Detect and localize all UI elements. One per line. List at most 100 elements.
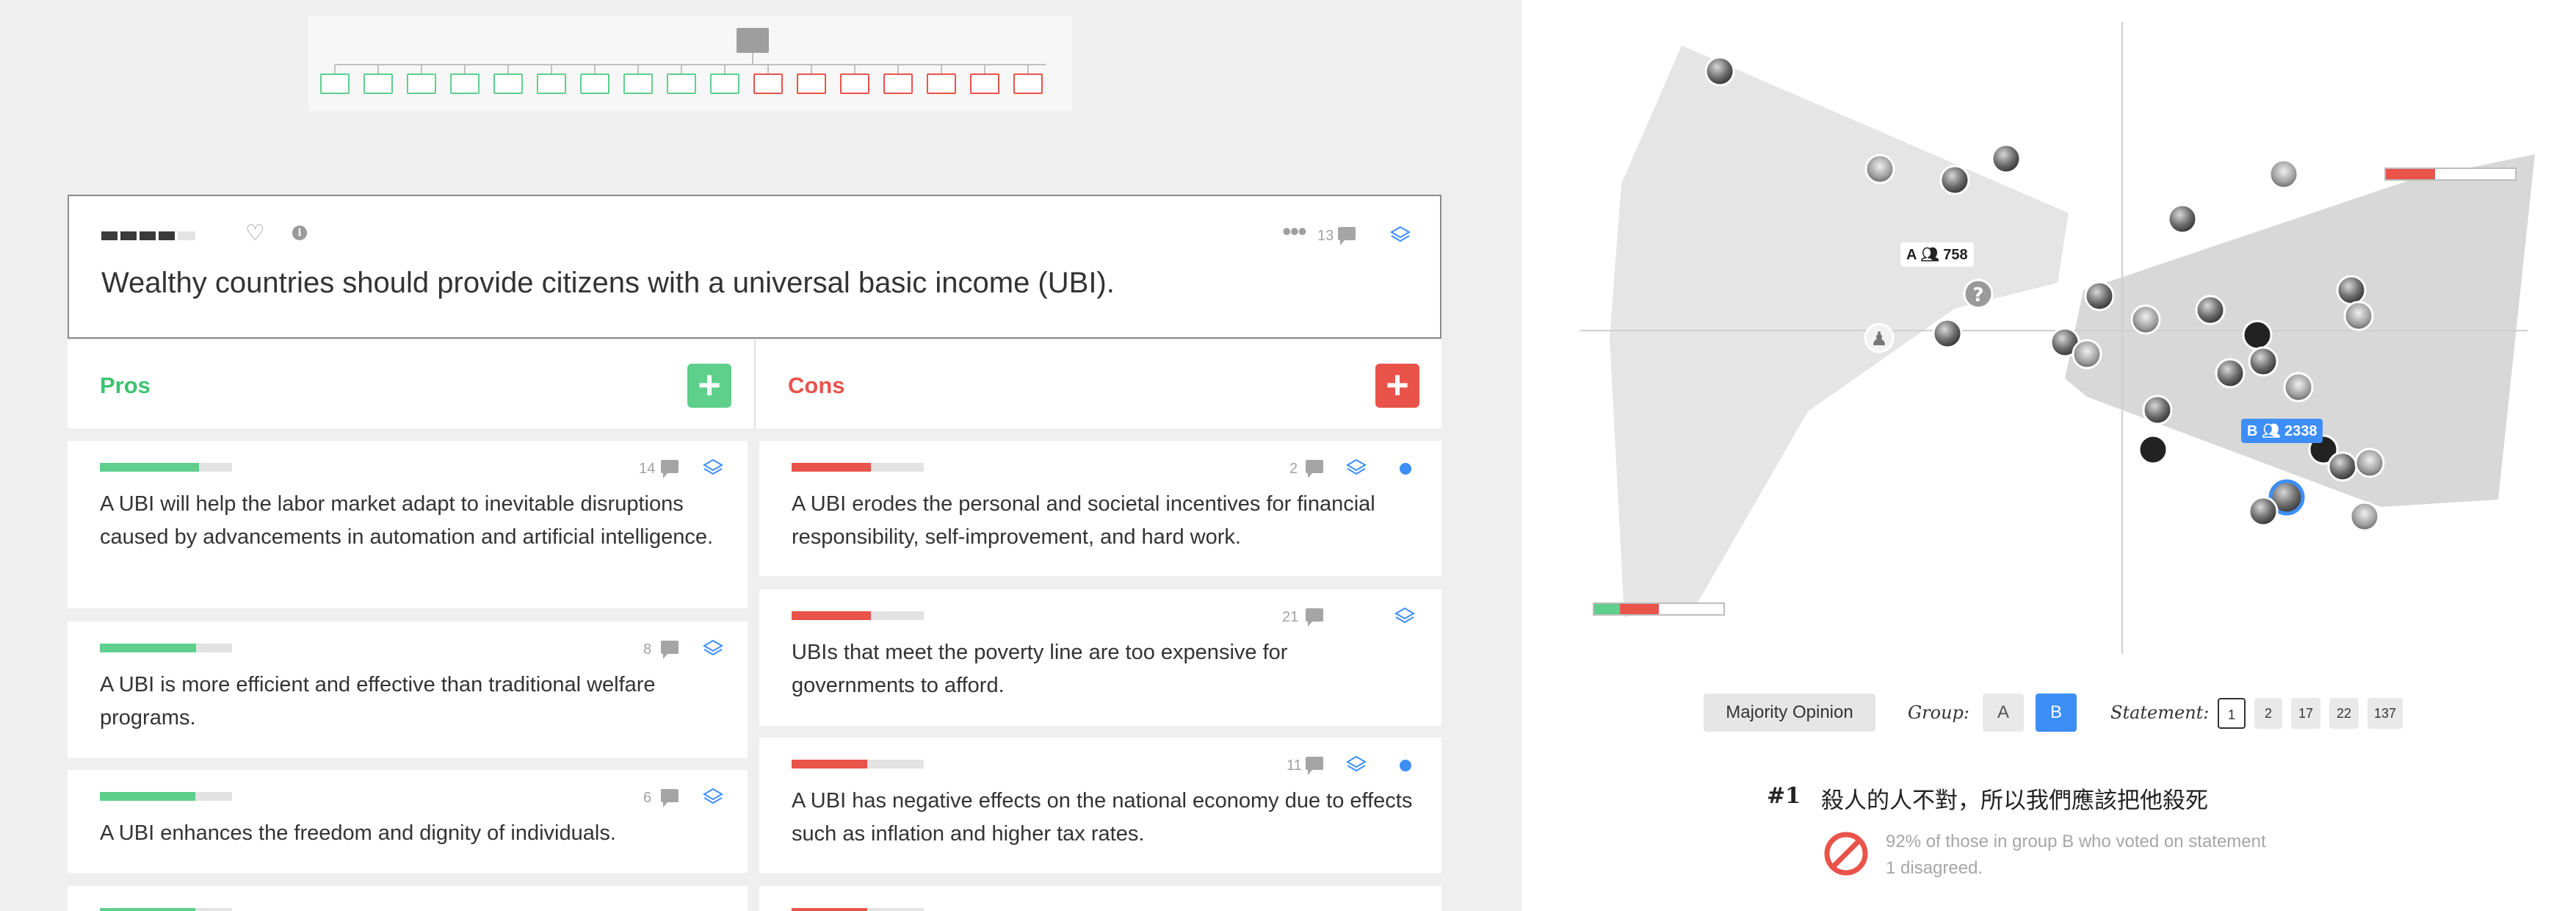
comment-icon[interactable] [1306, 460, 1323, 478]
con-tree-node[interactable] [970, 73, 999, 94]
pro-tree-node[interactable] [667, 73, 696, 94]
participant-avatar [2167, 204, 2198, 234]
participant-avatar [2130, 304, 2161, 335]
pro-claim-card[interactable]: 8 A UBI is more efficient and effective … [68, 622, 748, 758]
layers-icon[interactable] [702, 786, 724, 808]
group-b-button[interactable]: B [2036, 694, 2077, 732]
majority-opinion-button[interactable]: Majority Opinion [1704, 694, 1875, 732]
person-icon: ♟ [1870, 328, 1887, 350]
group-b-count: 2338 [2284, 423, 2318, 439]
con-claim-card[interactable]: 2 A UBI erodes the personal and societal… [759, 441, 1441, 576]
group-a-count: 758 [1943, 247, 1968, 263]
participant-avatar [2268, 159, 2299, 190]
pro-claim-card[interactable]: 14 A UBI will help the labor market adap… [68, 441, 748, 608]
participant-avatar [2354, 447, 2385, 478]
statement-button-2[interactable]: 2 [2254, 698, 2282, 729]
con-tree-node[interactable] [840, 73, 869, 94]
more-icon[interactable]: ••• [1282, 218, 1307, 245]
pro-tree-node[interactable] [493, 73, 523, 94]
pros-header: Pros + [68, 340, 754, 428]
pro-tree-node[interactable] [710, 73, 739, 94]
participant-avatar [2349, 501, 2380, 532]
opinion-map[interactable]: ♟ ? [1522, 0, 2576, 661]
people-icon: 👥︎ [2262, 423, 2281, 439]
opinion-pane: ♟ ? A 👥︎ 758 B 👥︎ 2338 Majority Opinion … [1522, 0, 2576, 911]
statement-explanation: 92% of those in group B who voted on sta… [1886, 832, 2266, 878]
con-tree-node[interactable] [1013, 73, 1043, 94]
participant-avatar [2343, 300, 2374, 331]
con-claim-card[interactable] [759, 886, 1441, 911]
participant-avatar [2327, 451, 2358, 482]
claim-rating-bar [100, 644, 232, 652]
layers-icon[interactable] [1345, 457, 1367, 479]
add-pro-button[interactable]: + [687, 364, 731, 408]
pro-claim-card[interactable]: 6 A UBI enhances the freedom and dignity… [68, 770, 748, 873]
rating-segment [159, 231, 175, 240]
participant-avatar [2072, 339, 2102, 370]
thesis-card[interactable]: ♡ i ••• 13 Wealthy countries should prov… [68, 195, 1441, 339]
participant-avatar [2336, 275, 2367, 306]
tree-lines [308, 16, 1072, 112]
statement-button-17[interactable]: 17 [2291, 698, 2320, 729]
statement-button-137[interactable]: 137 [2367, 698, 2403, 729]
heart-icon[interactable]: ♡ [245, 223, 265, 245]
participant-avatar [2248, 496, 2279, 527]
pro-tree-node[interactable] [320, 73, 350, 94]
thesis-text: Wealthy countries should provide citizen… [101, 267, 1115, 299]
layers-icon[interactable] [1394, 605, 1416, 627]
comment-count: 14 [639, 461, 656, 477]
con-tree-node[interactable] [753, 73, 783, 94]
cons-title: Cons [788, 372, 845, 398]
comment-icon[interactable] [1306, 757, 1323, 775]
comment-icon[interactable] [661, 789, 679, 807]
group-b-label[interactable]: B 👥︎ 2338 [2241, 419, 2323, 443]
group-a-button[interactable]: A [1983, 694, 2024, 732]
statement-button-1[interactable]: 1 [2218, 698, 2246, 729]
con-claim-card[interactable]: 11 A UBI has negative effects on the nat… [759, 738, 1441, 873]
claim-rating-bar [792, 463, 924, 472]
info-icon[interactable]: i [292, 226, 307, 240]
layers-icon[interactable] [1389, 224, 1411, 246]
con-tree-node[interactable] [883, 73, 913, 94]
layers-icon[interactable] [702, 457, 724, 479]
statement-button-22[interactable]: 22 [2329, 698, 2359, 729]
con-tree-node[interactable] [927, 73, 956, 94]
comment-icon[interactable] [661, 641, 679, 659]
con-claim-card[interactable]: 21 UBIs that meet the poverty line are t… [759, 589, 1441, 726]
layers-icon[interactable] [702, 638, 724, 660]
comment-icon[interactable] [1338, 227, 1356, 245]
comment-icon[interactable] [661, 460, 679, 478]
pro-claim-card[interactable] [68, 886, 748, 911]
unread-indicator [1400, 463, 1411, 475]
claim-rating-bar [100, 792, 232, 801]
con-tree-node[interactable] [797, 73, 826, 94]
thesis-node-icon [737, 28, 769, 53]
rating-segment [178, 231, 195, 240]
statement-label: Statement: [2110, 702, 2210, 723]
pro-tree-node[interactable] [537, 73, 566, 94]
participant-avatar [2142, 395, 2173, 425]
group-b-letter: B [2247, 423, 2258, 439]
pro-tree-node[interactable] [363, 73, 393, 94]
participant-avatar [2215, 358, 2246, 389]
unknown-label: ? [1972, 284, 1983, 306]
group-a-label[interactable]: A 👥︎ 758 [1900, 242, 1974, 267]
claim-text: A UBI will help the labor market adapt t… [100, 492, 714, 549]
argument-tree-minimap[interactable] [308, 16, 1072, 112]
claim-rating-bar [792, 611, 924, 620]
claim-text: A UBI erodes the personal and societal i… [792, 492, 1375, 549]
add-con-button[interactable]: + [1375, 364, 1419, 408]
pro-tree-node[interactable] [407, 73, 436, 94]
layers-icon[interactable] [1345, 754, 1367, 776]
participant-avatar [2283, 372, 2314, 403]
pro-tree-node[interactable] [623, 73, 653, 94]
statement-number: #1 [1767, 783, 1801, 809]
pro-tree-node[interactable] [450, 73, 480, 94]
rating-segment [140, 231, 156, 240]
participant-avatar [2248, 346, 2279, 377]
comment-icon[interactable] [1306, 608, 1323, 627]
map-controls: Majority Opinion Group: A B Statement: 1… [1522, 691, 2576, 735]
participant-avatar [1939, 165, 1970, 195]
claim-rating-bar [792, 760, 924, 768]
pro-tree-node[interactable] [580, 73, 609, 94]
